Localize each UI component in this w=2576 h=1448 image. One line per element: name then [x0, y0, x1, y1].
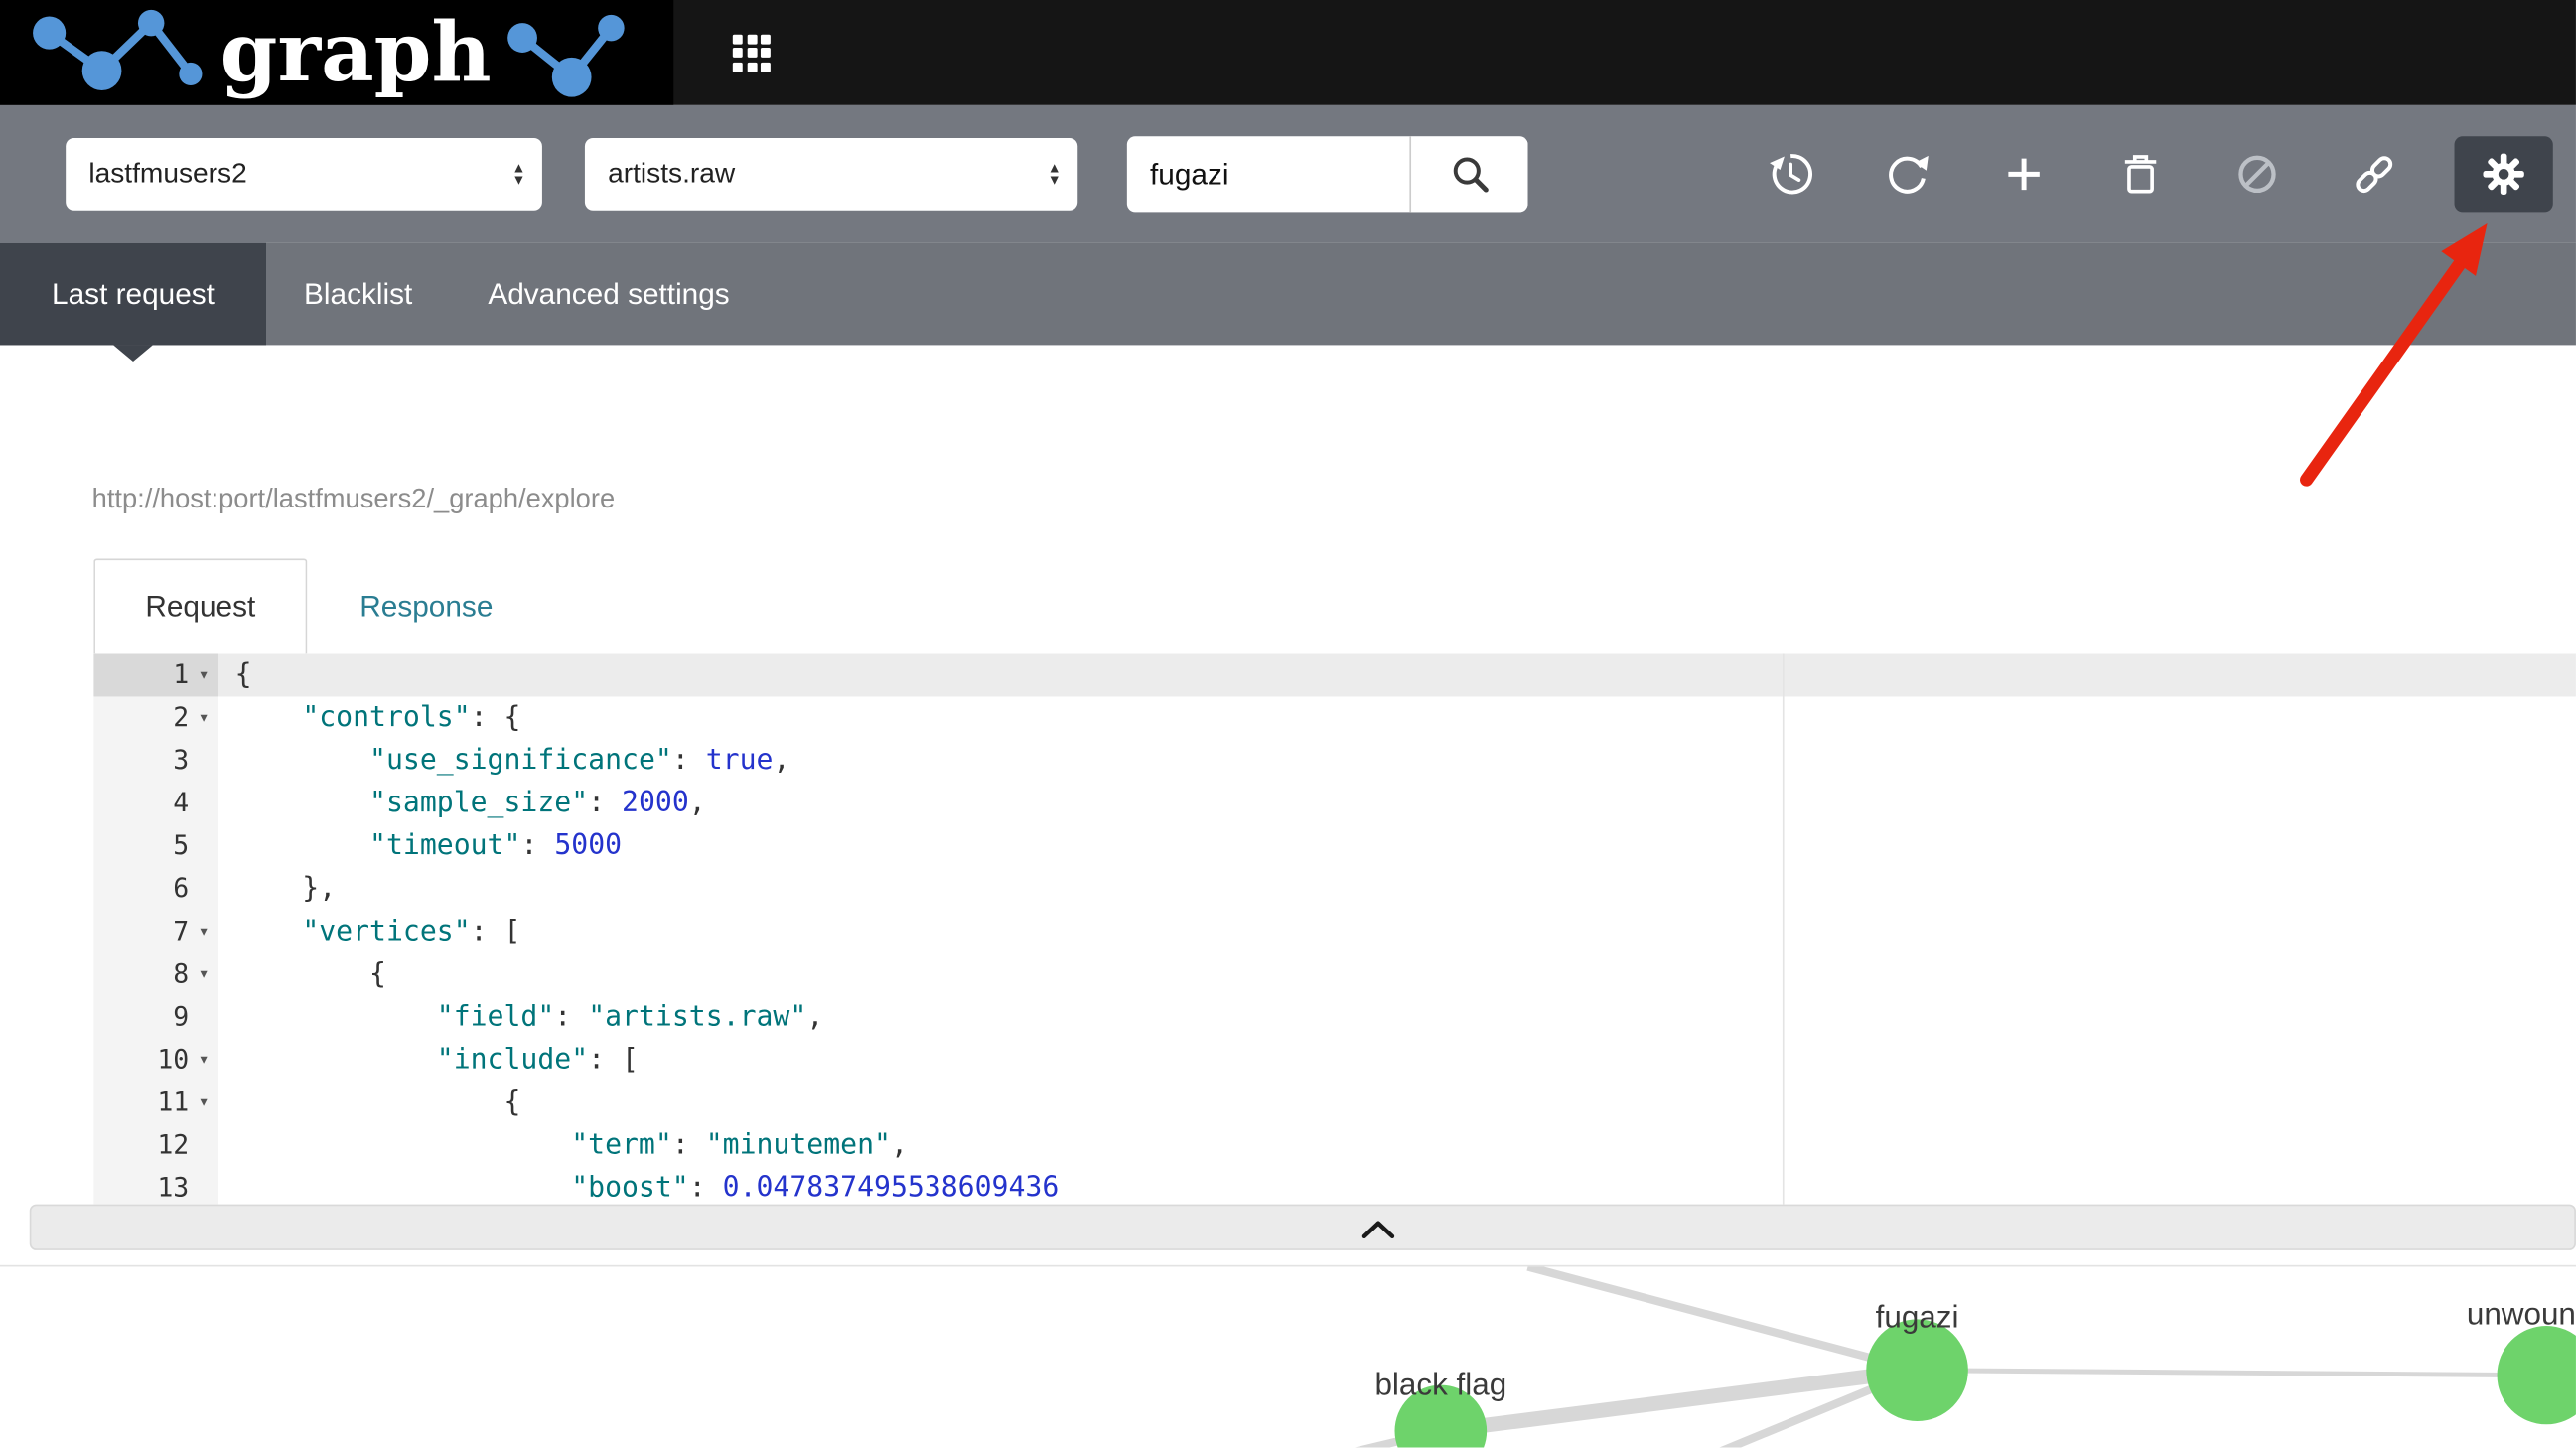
tab-blacklist[interactable]: Blacklist [266, 243, 450, 346]
active-tab-notch [113, 345, 153, 362]
tab-label: Request [145, 590, 255, 625]
gutter-row[interactable]: 13 [93, 1167, 218, 1205]
request-url: http://host:port/lastfmusers2/_graph/exp… [92, 485, 616, 515]
graph-node-label: black flag [1374, 1368, 1506, 1402]
code-line[interactable]: "timeout": 5000 [218, 824, 2576, 867]
search-button[interactable] [1409, 136, 1527, 212]
print-margin-line [1783, 653, 1785, 1204]
code-area[interactable]: { "controls": { "use_significance": true… [218, 653, 2576, 1204]
history-undo-button[interactable] [1755, 138, 1827, 211]
graph-logo-image: graph [20, 5, 647, 100]
code-line[interactable]: { [218, 653, 2576, 696]
gutter-row[interactable]: 12 [93, 1124, 218, 1167]
fold-caret-icon[interactable]: ▾ [189, 1039, 218, 1082]
graph-app: graph lastfmusers2 ▲▼ artists.raw ▲▼ [0, 0, 2576, 1447]
field-select[interactable]: artists.raw ▲▼ [585, 138, 1077, 211]
select-stepper-icon: ▲▼ [511, 162, 525, 187]
graph-node-label: fugazi [1876, 1300, 1959, 1335]
code-line[interactable]: "field": "artists.raw", [218, 996, 2576, 1039]
index-pattern-select[interactable]: lastfmusers2 ▲▼ [66, 138, 542, 211]
tab-advanced-settings[interactable]: Advanced settings [450, 243, 767, 346]
gutter-row[interactable]: 5 [93, 824, 218, 867]
gutter-row[interactable]: 10▾ [93, 1039, 218, 1082]
gutter-row[interactable]: 1▾ [93, 653, 218, 696]
redo-icon [1884, 151, 1930, 197]
tab-response[interactable]: Response [359, 558, 493, 653]
gutter-row[interactable]: 6 [93, 867, 218, 910]
code-line[interactable]: { [218, 1082, 2576, 1124]
json-editor[interactable]: 1▾2▾34567▾8▾910▾11▾1213 { "controls": { … [93, 653, 2576, 1204]
tab-label: Advanced settings [488, 277, 729, 312]
collapse-panel-bar[interactable] [30, 1205, 2576, 1250]
gutter-row[interactable]: 3 [93, 739, 218, 782]
gutter-row[interactable]: 4 [93, 782, 218, 824]
apps-grid-icon[interactable] [733, 34, 771, 72]
code-gutter: 1▾2▾34567▾8▾910▾11▾1213 [93, 653, 218, 1204]
block-button[interactable] [2221, 138, 2294, 211]
link-icon [2350, 151, 2399, 197]
trash-icon [2119, 151, 2162, 197]
fold-caret-icon[interactable]: ▾ [189, 952, 218, 995]
logo-text: graph [220, 5, 492, 100]
field-select-value: artists.raw [608, 158, 735, 191]
link-button[interactable] [2338, 138, 2410, 211]
graph-node-label: unwound [2467, 1296, 2576, 1331]
graph-workspace[interactable]: black flag fugazi unwound [0, 1265, 2576, 1448]
graph-logo[interactable]: graph [0, 0, 673, 105]
code-line[interactable]: }, [218, 867, 2576, 910]
request-response-tabs: Request Response [93, 558, 493, 653]
tab-label: Last request [52, 277, 215, 312]
tab-label: Blacklist [304, 277, 412, 312]
code-line[interactable]: "use_significance": true, [218, 739, 2576, 782]
redo-button[interactable] [1871, 138, 1943, 211]
toolbar-actions [1755, 105, 2553, 243]
index-pattern-value: lastfmusers2 [88, 158, 246, 191]
tab-request[interactable]: Request [93, 558, 307, 653]
gutter-row[interactable]: 11▾ [93, 1082, 218, 1124]
toolbar: lastfmusers2 ▲▼ artists.raw ▲▼ [0, 105, 2576, 243]
graph-edge [1918, 1371, 2530, 1376]
chevron-up-icon [1361, 1221, 1394, 1238]
fold-caret-icon[interactable]: ▾ [189, 910, 218, 952]
add-button[interactable] [1988, 138, 2061, 211]
history-icon [1766, 151, 1815, 197]
gutter-row[interactable]: 9 [93, 996, 218, 1039]
search-icon [1448, 153, 1491, 196]
select-stepper-icon: ▲▼ [1048, 162, 1062, 187]
fold-caret-icon[interactable]: ▾ [189, 653, 218, 696]
settings-button[interactable] [2455, 136, 2553, 212]
graph-node[interactable] [2498, 1326, 2576, 1424]
ban-icon [2234, 151, 2280, 197]
search-box [1127, 136, 1528, 212]
top-bar: graph [0, 0, 2576, 105]
tab-last-request[interactable]: Last request [0, 243, 266, 346]
code-line[interactable]: "term": "minutemen", [218, 1124, 2576, 1167]
gutter-row[interactable]: 8▾ [93, 952, 218, 995]
code-line[interactable]: "sample_size": 2000, [218, 782, 2576, 824]
code-line[interactable]: "vertices": [ [218, 910, 2576, 952]
code-line[interactable]: "include": [ [218, 1039, 2576, 1082]
gutter-row[interactable]: 2▾ [93, 696, 218, 739]
graph-visualization: black flag fugazi unwound [0, 1266, 2576, 1447]
graph-node[interactable] [1866, 1319, 1968, 1421]
delete-button[interactable] [2104, 138, 2177, 211]
nav-tabbar: Last request Blacklist Advanced settings [0, 243, 2576, 346]
fold-caret-icon[interactable]: ▾ [189, 696, 218, 739]
gear-icon [2479, 150, 2528, 200]
search-input[interactable] [1127, 136, 1410, 212]
graph-edge [1527, 1266, 1917, 1370]
tab-label: Response [359, 589, 493, 624]
graph-edge [1052, 1431, 1441, 1448]
plus-icon [2003, 153, 2046, 196]
code-line[interactable]: "controls": { [218, 696, 2576, 739]
fold-caret-icon[interactable]: ▾ [189, 1082, 218, 1124]
code-line[interactable]: "boost": 0.047837495538609436 [218, 1167, 2576, 1205]
code-line[interactable]: { [218, 952, 2576, 995]
gutter-row[interactable]: 7▾ [93, 910, 218, 952]
